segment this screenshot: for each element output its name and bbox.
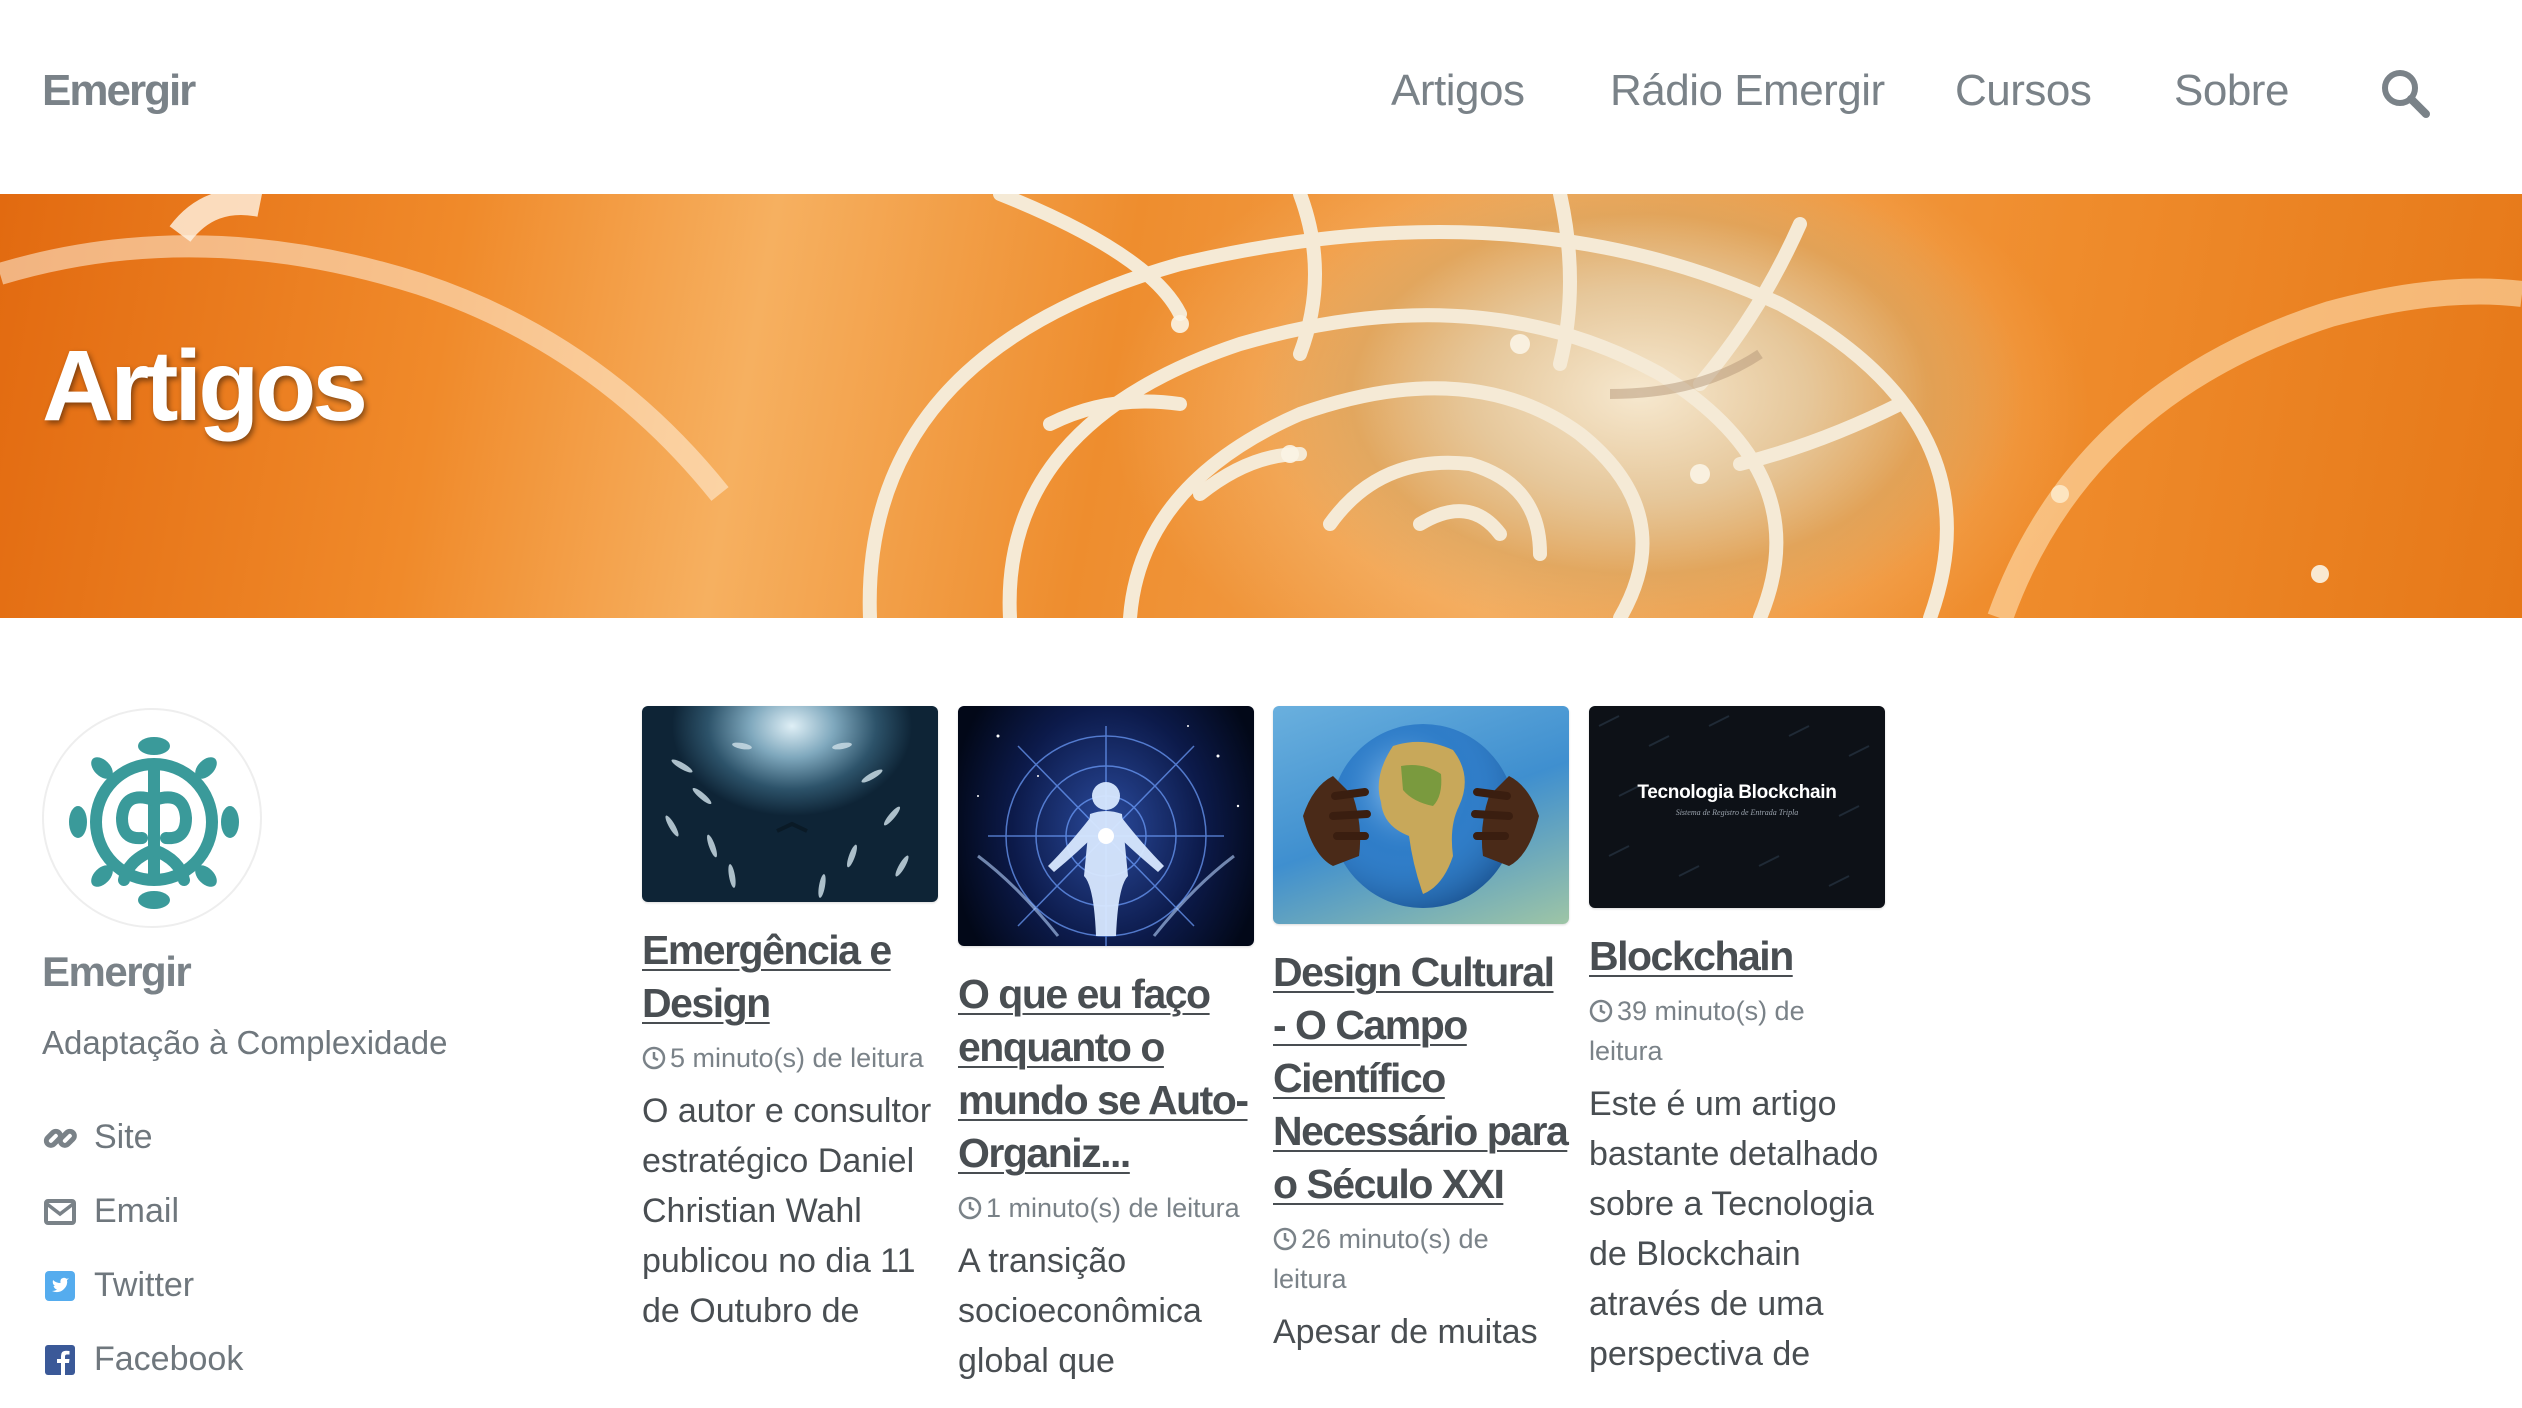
clock-icon xyxy=(958,1196,982,1220)
blockchain-pattern-image xyxy=(1598,715,1870,887)
read-time: 39 minuto(s) de leitura xyxy=(1589,991,1885,1071)
article-card: Emergência e Design 5 minuto(s) de leitu… xyxy=(642,706,938,1336)
nav-artigos[interactable]: Artigos xyxy=(1391,66,1525,116)
site-title[interactable]: Emergir xyxy=(42,66,196,116)
article-excerpt: A transição socioeconômica global que xyxy=(958,1242,1202,1380)
article-title[interactable]: Emergência e Design xyxy=(642,924,938,1030)
author-link-twitter[interactable]: Twitter xyxy=(42,1266,194,1305)
emergir-logo-icon xyxy=(69,737,239,909)
article-excerpt: Apesar de muitas xyxy=(1273,1313,1538,1351)
author-link-label: Email xyxy=(94,1192,180,1230)
thumbnail-title: Tecnologia Blockchain xyxy=(1637,782,1837,803)
clock-icon xyxy=(1273,1227,1297,1251)
read-time: 1 minuto(s) de leitura xyxy=(958,1188,1254,1228)
author-link-label: Site xyxy=(94,1118,153,1156)
read-time-label: 5 minuto(s) de leitura xyxy=(670,1043,924,1073)
thumbnail-subtitle: Sistema de Registro de Entrada Tripla xyxy=(1675,808,1799,817)
article-thumbnail[interactable] xyxy=(1273,706,1569,924)
article-excerpt: Este é um artigo bastante detalhado sobr… xyxy=(1589,1085,1879,1373)
twitter-icon xyxy=(42,1268,78,1304)
link-icon xyxy=(42,1120,78,1156)
page-title: Artigos xyxy=(42,330,368,442)
envelope-icon xyxy=(42,1194,78,1230)
masthead: Emergir Artigos Rádio Emergir Cursos Sob… xyxy=(0,0,2522,194)
author-bio: Adaptação à Complexidade xyxy=(42,1024,448,1061)
author-link-site[interactable]: Site xyxy=(42,1118,153,1157)
globe-hands-image xyxy=(1303,724,1539,908)
fish-school-image xyxy=(665,742,909,898)
article-excerpt: O autor e consultor estratégico Daniel C… xyxy=(642,1092,932,1330)
author-link-email[interactable]: Email xyxy=(42,1192,179,1231)
read-time: 5 minuto(s) de leitura xyxy=(642,1038,938,1078)
author-link-label: Facebook xyxy=(94,1340,244,1378)
nav-cursos[interactable]: Cursos xyxy=(1955,66,2092,116)
article-card: Tecnologia Blockchain Sistema de Registr… xyxy=(1589,706,1885,1379)
clock-icon xyxy=(642,1046,666,1070)
read-time-label: 39 minuto(s) de leitura xyxy=(1589,996,1805,1066)
article-title[interactable]: Design Cultural - O Campo Científico Nec… xyxy=(1273,946,1569,1211)
clock-icon xyxy=(1589,999,1613,1023)
author-name: Emergir xyxy=(42,948,192,995)
article-card: Design Cultural - O Campo Científico Nec… xyxy=(1273,706,1569,1357)
nautilus-shell-image xyxy=(0,194,2522,618)
read-time: 26 minuto(s) de leitura xyxy=(1273,1219,1569,1299)
author-link-facebook[interactable]: Facebook xyxy=(42,1340,243,1379)
cosmic-human-image xyxy=(977,725,1240,946)
article-thumbnail[interactable]: Tecnologia Blockchain Sistema de Registr… xyxy=(1589,706,1885,908)
nav-sobre[interactable]: Sobre xyxy=(2174,66,2289,116)
article-card: O que eu faço enquanto o mundo se Auto-O… xyxy=(958,706,1254,1386)
search-icon[interactable] xyxy=(2378,66,2434,122)
article-title[interactable]: O que eu faço enquanto o mundo se Auto-O… xyxy=(958,968,1254,1180)
author-avatar xyxy=(42,708,262,928)
article-thumbnail[interactable] xyxy=(642,706,938,902)
facebook-icon xyxy=(42,1342,78,1378)
article-title[interactable]: Blockchain xyxy=(1589,930,1885,983)
author-link-label: Twitter xyxy=(94,1266,195,1304)
article-thumbnail[interactable] xyxy=(958,706,1254,946)
read-time-label: 26 minuto(s) de leitura xyxy=(1273,1224,1489,1294)
hero-banner: Artigos xyxy=(0,194,2522,618)
read-time-label: 1 minuto(s) de leitura xyxy=(986,1193,1240,1223)
nav-radio-emergir[interactable]: Rádio Emergir xyxy=(1610,66,1885,116)
